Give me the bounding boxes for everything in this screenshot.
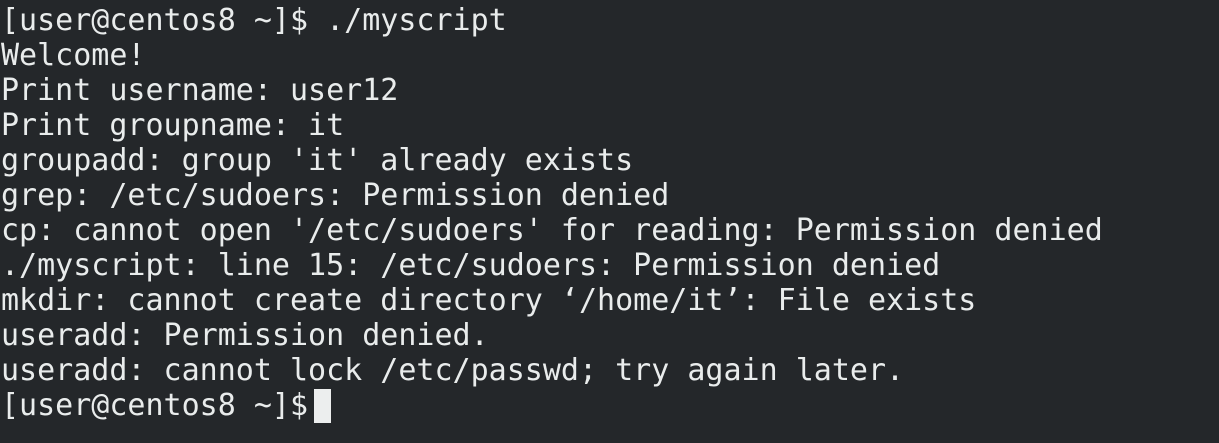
terminal-line-output: groupadd: group 'it' already exists bbox=[1, 143, 634, 178]
terminal-line-output: grep: /etc/sudoers: Permission denied bbox=[1, 178, 670, 213]
terminal-line-output: mkdir: cannot create directory ‘/home/it… bbox=[1, 283, 977, 318]
terminal-window[interactable]: [user@centos8 ~]$ ./myscript Welcome! Pr… bbox=[0, 0, 1219, 443]
terminal-line-output: ./myscript: line 15: /etc/sudoers: Permi… bbox=[1, 248, 941, 283]
terminal-line-output: Print username: user12 bbox=[1, 73, 399, 108]
terminal-line-command: [user@centos8 ~]$ ./myscript bbox=[1, 3, 507, 38]
terminal-line-output: useradd: Permission denied. bbox=[1, 318, 489, 353]
terminal-line-output: Welcome! bbox=[1, 38, 146, 73]
terminal-line-output: cp: cannot open '/etc/sudoers' for readi… bbox=[1, 213, 1103, 248]
shell-prompt: [user@centos8 ~]$ bbox=[1, 388, 309, 423]
terminal-line-output: useradd: cannot lock /etc/passwd; try ag… bbox=[1, 353, 905, 388]
terminal-line-output: Print groupname: it bbox=[1, 108, 345, 143]
text-cursor bbox=[314, 388, 332, 423]
terminal-prompt-line[interactable]: [user@centos8 ~]$ bbox=[1, 388, 1219, 423]
